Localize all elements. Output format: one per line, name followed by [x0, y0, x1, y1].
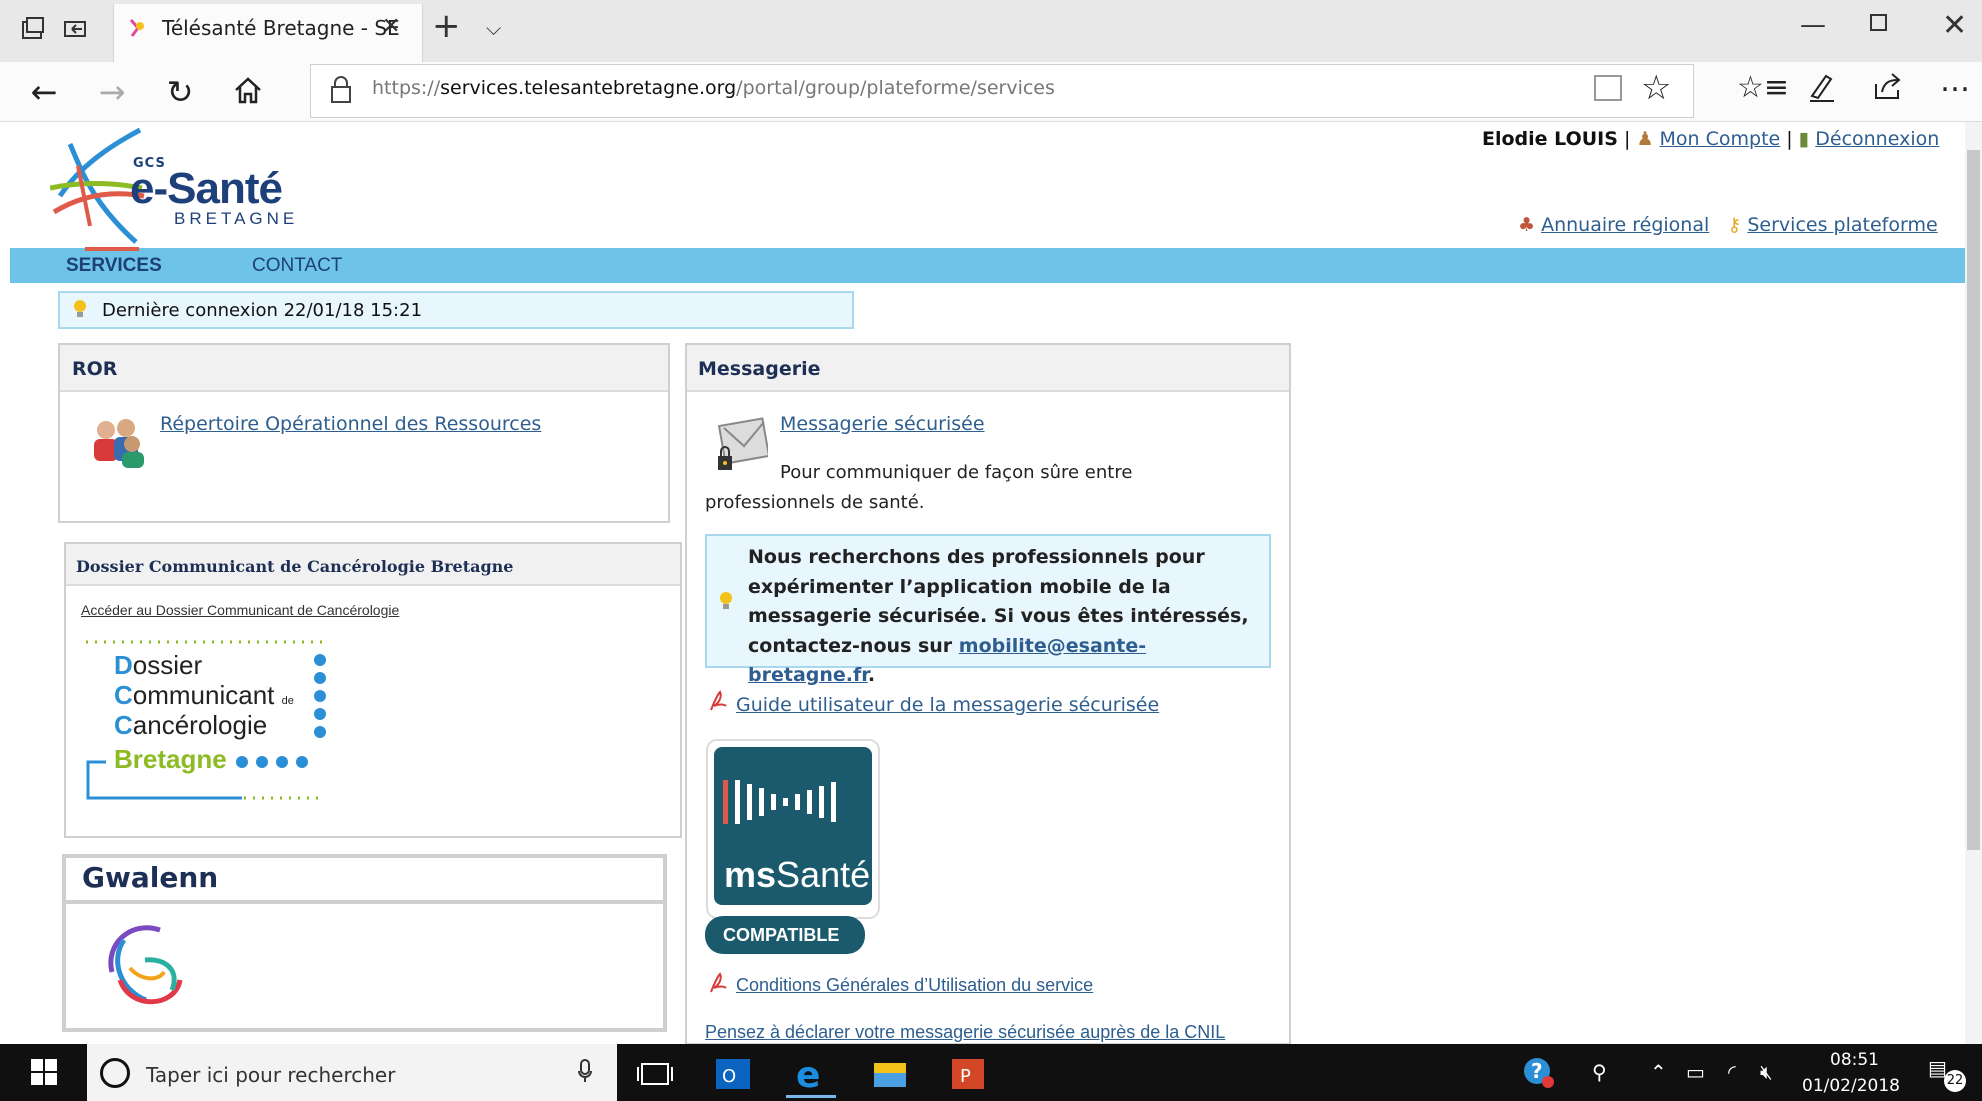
microphone-icon[interactable]: [578, 1059, 592, 1083]
set-aside-tabs-icon[interactable]: [60, 14, 90, 44]
file-explorer-icon[interactable]: [858, 1049, 920, 1099]
task-view-icon[interactable]: [624, 1049, 686, 1099]
mssante-badge-name: msSanté: [724, 854, 871, 895]
dcc-panel-title: Dossier Communicant de Cancérologie Bret…: [76, 557, 514, 576]
last-connection-text: Dernière connexion 22/01/18 15:21: [102, 300, 423, 321]
ror-link[interactable]: Répertoire Opérationnel des Ressources: [160, 413, 541, 435]
logo-region-text: BRETAGNE: [174, 209, 299, 228]
lightbulb-icon: [74, 300, 86, 317]
lock-icon: [331, 76, 351, 103]
notice-text: Nous recherchons des professionnels pour…: [748, 546, 1249, 686]
taskbar-search-placeholder[interactable]: Taper ici pour rechercher: [146, 1063, 395, 1087]
svg-text:e: e: [796, 1055, 820, 1096]
powerpoint-icon[interactable]: P: [936, 1049, 998, 1099]
key-icon: ⚷: [1727, 214, 1742, 236]
people-group-icon: [94, 419, 144, 468]
account-icon: ♟: [1636, 128, 1654, 150]
top-links: ♣ Annuaire régional ⚷ Services plateform…: [1518, 214, 1938, 236]
pdf-icon: [710, 972, 727, 993]
forward-icon[interactable]: →: [82, 62, 142, 122]
help-icon[interactable]: ?: [1522, 1056, 1556, 1090]
user-guide-link[interactable]: Guide utilisateur de la messagerie sécur…: [736, 694, 1159, 716]
new-tab-icon[interactable]: +: [432, 6, 461, 46]
edge-browser-icon[interactable]: e: [780, 1049, 842, 1099]
platform-services-link[interactable]: Services plateforme: [1747, 214, 1937, 236]
wifi-icon[interactable]: ◜: [1728, 1060, 1736, 1084]
menu-item-services[interactable]: SERVICES: [66, 255, 162, 277]
logout-link[interactable]: Déconnexion: [1815, 128, 1939, 150]
cnil-declaration-link[interactable]: Pensez à déclarer votre messagerie sécur…: [705, 1022, 1225, 1043]
menu-item-contact[interactable]: CONTACT: [252, 255, 342, 277]
home-icon[interactable]: [232, 74, 264, 106]
tab-preview-icon[interactable]: [18, 14, 48, 44]
refresh-icon[interactable]: ↻: [150, 62, 210, 122]
people-icon[interactable]: ⚲: [1592, 1060, 1607, 1084]
tray-chevron-icon[interactable]: ⌃: [1650, 1060, 1667, 1084]
site-favicon-icon: [129, 19, 144, 37]
dcc-logo-line-3: Cancérologie: [114, 710, 268, 740]
user-name: Elodie LOUIS: [1482, 128, 1618, 150]
notification-count-badge: 22: [1944, 1070, 1966, 1092]
url-text[interactable]: https://services.telesantebretagne.org/p…: [372, 77, 1055, 99]
outlook-icon[interactable]: O: [702, 1049, 764, 1099]
clock-time[interactable]: 08:51: [1830, 1050, 1879, 1070]
minimize-icon[interactable]: —: [1800, 10, 1826, 40]
svg-text:P: P: [960, 1066, 971, 1087]
volume-mute-icon[interactable]: 🔇︎: [1760, 1060, 1773, 1084]
favorites-list-icon[interactable]: ☆≡: [1737, 70, 1789, 105]
terms-of-use-link[interactable]: Conditions Générales d’Utilisation du se…: [736, 975, 1093, 996]
regional-directory-link[interactable]: Annuaire régional: [1541, 214, 1709, 236]
dcc-logo-line-1: Dossier: [114, 650, 203, 680]
dcc-access-link[interactable]: Accéder au Dossier Communicant de Cancér…: [81, 602, 399, 618]
cortana-icon[interactable]: [100, 1058, 130, 1088]
more-menu-icon[interactable]: …: [1940, 64, 1970, 99]
reading-view-icon[interactable]: [1594, 75, 1622, 101]
ror-panel-header: [60, 345, 668, 392]
user-bar: Elodie LOUIS | ♟ Mon Compte | ▮ Déconnex…: [1482, 128, 1939, 150]
lightbulb-icon: [720, 592, 732, 609]
mssante-badge-label: COMPATIBLE: [723, 925, 840, 945]
separator: |: [1786, 128, 1793, 150]
messagerie-panel-title: Messagerie: [698, 358, 821, 380]
window-close-icon[interactable]: ✕: [1942, 8, 1967, 43]
close-tab-icon[interactable]: ✕: [382, 14, 400, 39]
messaging-description: Pour communiquer de façon sûre entre pro…: [705, 462, 1133, 513]
logout-icon: ▮: [1798, 128, 1810, 150]
favorite-star-icon[interactable]: ☆: [1641, 68, 1671, 108]
separator: |: [1623, 128, 1631, 150]
logo-esante-text: e-Santé: [130, 164, 283, 213]
battery-icon[interactable]: ▭: [1686, 1060, 1705, 1084]
tab-list-chevron-icon[interactable]: ⌵: [486, 16, 501, 40]
windows-start-icon[interactable]: [30, 1058, 58, 1086]
maximize-icon[interactable]: [1870, 14, 1887, 31]
mssante-compatible-badge: [705, 739, 880, 954]
clock-date[interactable]: 01/02/2018: [1802, 1076, 1900, 1096]
pdf-icon: [710, 690, 727, 711]
gwalenn-panel-title: Gwalenn: [82, 861, 219, 894]
pen-notes-icon[interactable]: [1806, 70, 1838, 104]
svg-text:O: O: [722, 1066, 736, 1087]
gwalenn-logo-icon[interactable]: [100, 920, 186, 1012]
share-icon[interactable]: [1872, 70, 1906, 104]
scrollbar-thumb[interactable]: [1967, 150, 1980, 850]
svg-text:?: ?: [1531, 1059, 1543, 1083]
back-icon[interactable]: ←: [14, 62, 74, 122]
tab-title: Télésanté Bretagne - SE: [162, 16, 400, 40]
active-menu-indicator: [85, 247, 139, 251]
dcc-logo-region: Bretagne: [114, 744, 227, 774]
directory-icon: ♣: [1518, 214, 1536, 236]
ror-panel-title: ROR: [72, 358, 118, 380]
my-account-link[interactable]: Mon Compte: [1660, 128, 1781, 150]
secure-messaging-link[interactable]: Messagerie sécurisée: [780, 413, 985, 435]
dcc-logo-line-2: Communicant de: [114, 680, 294, 710]
